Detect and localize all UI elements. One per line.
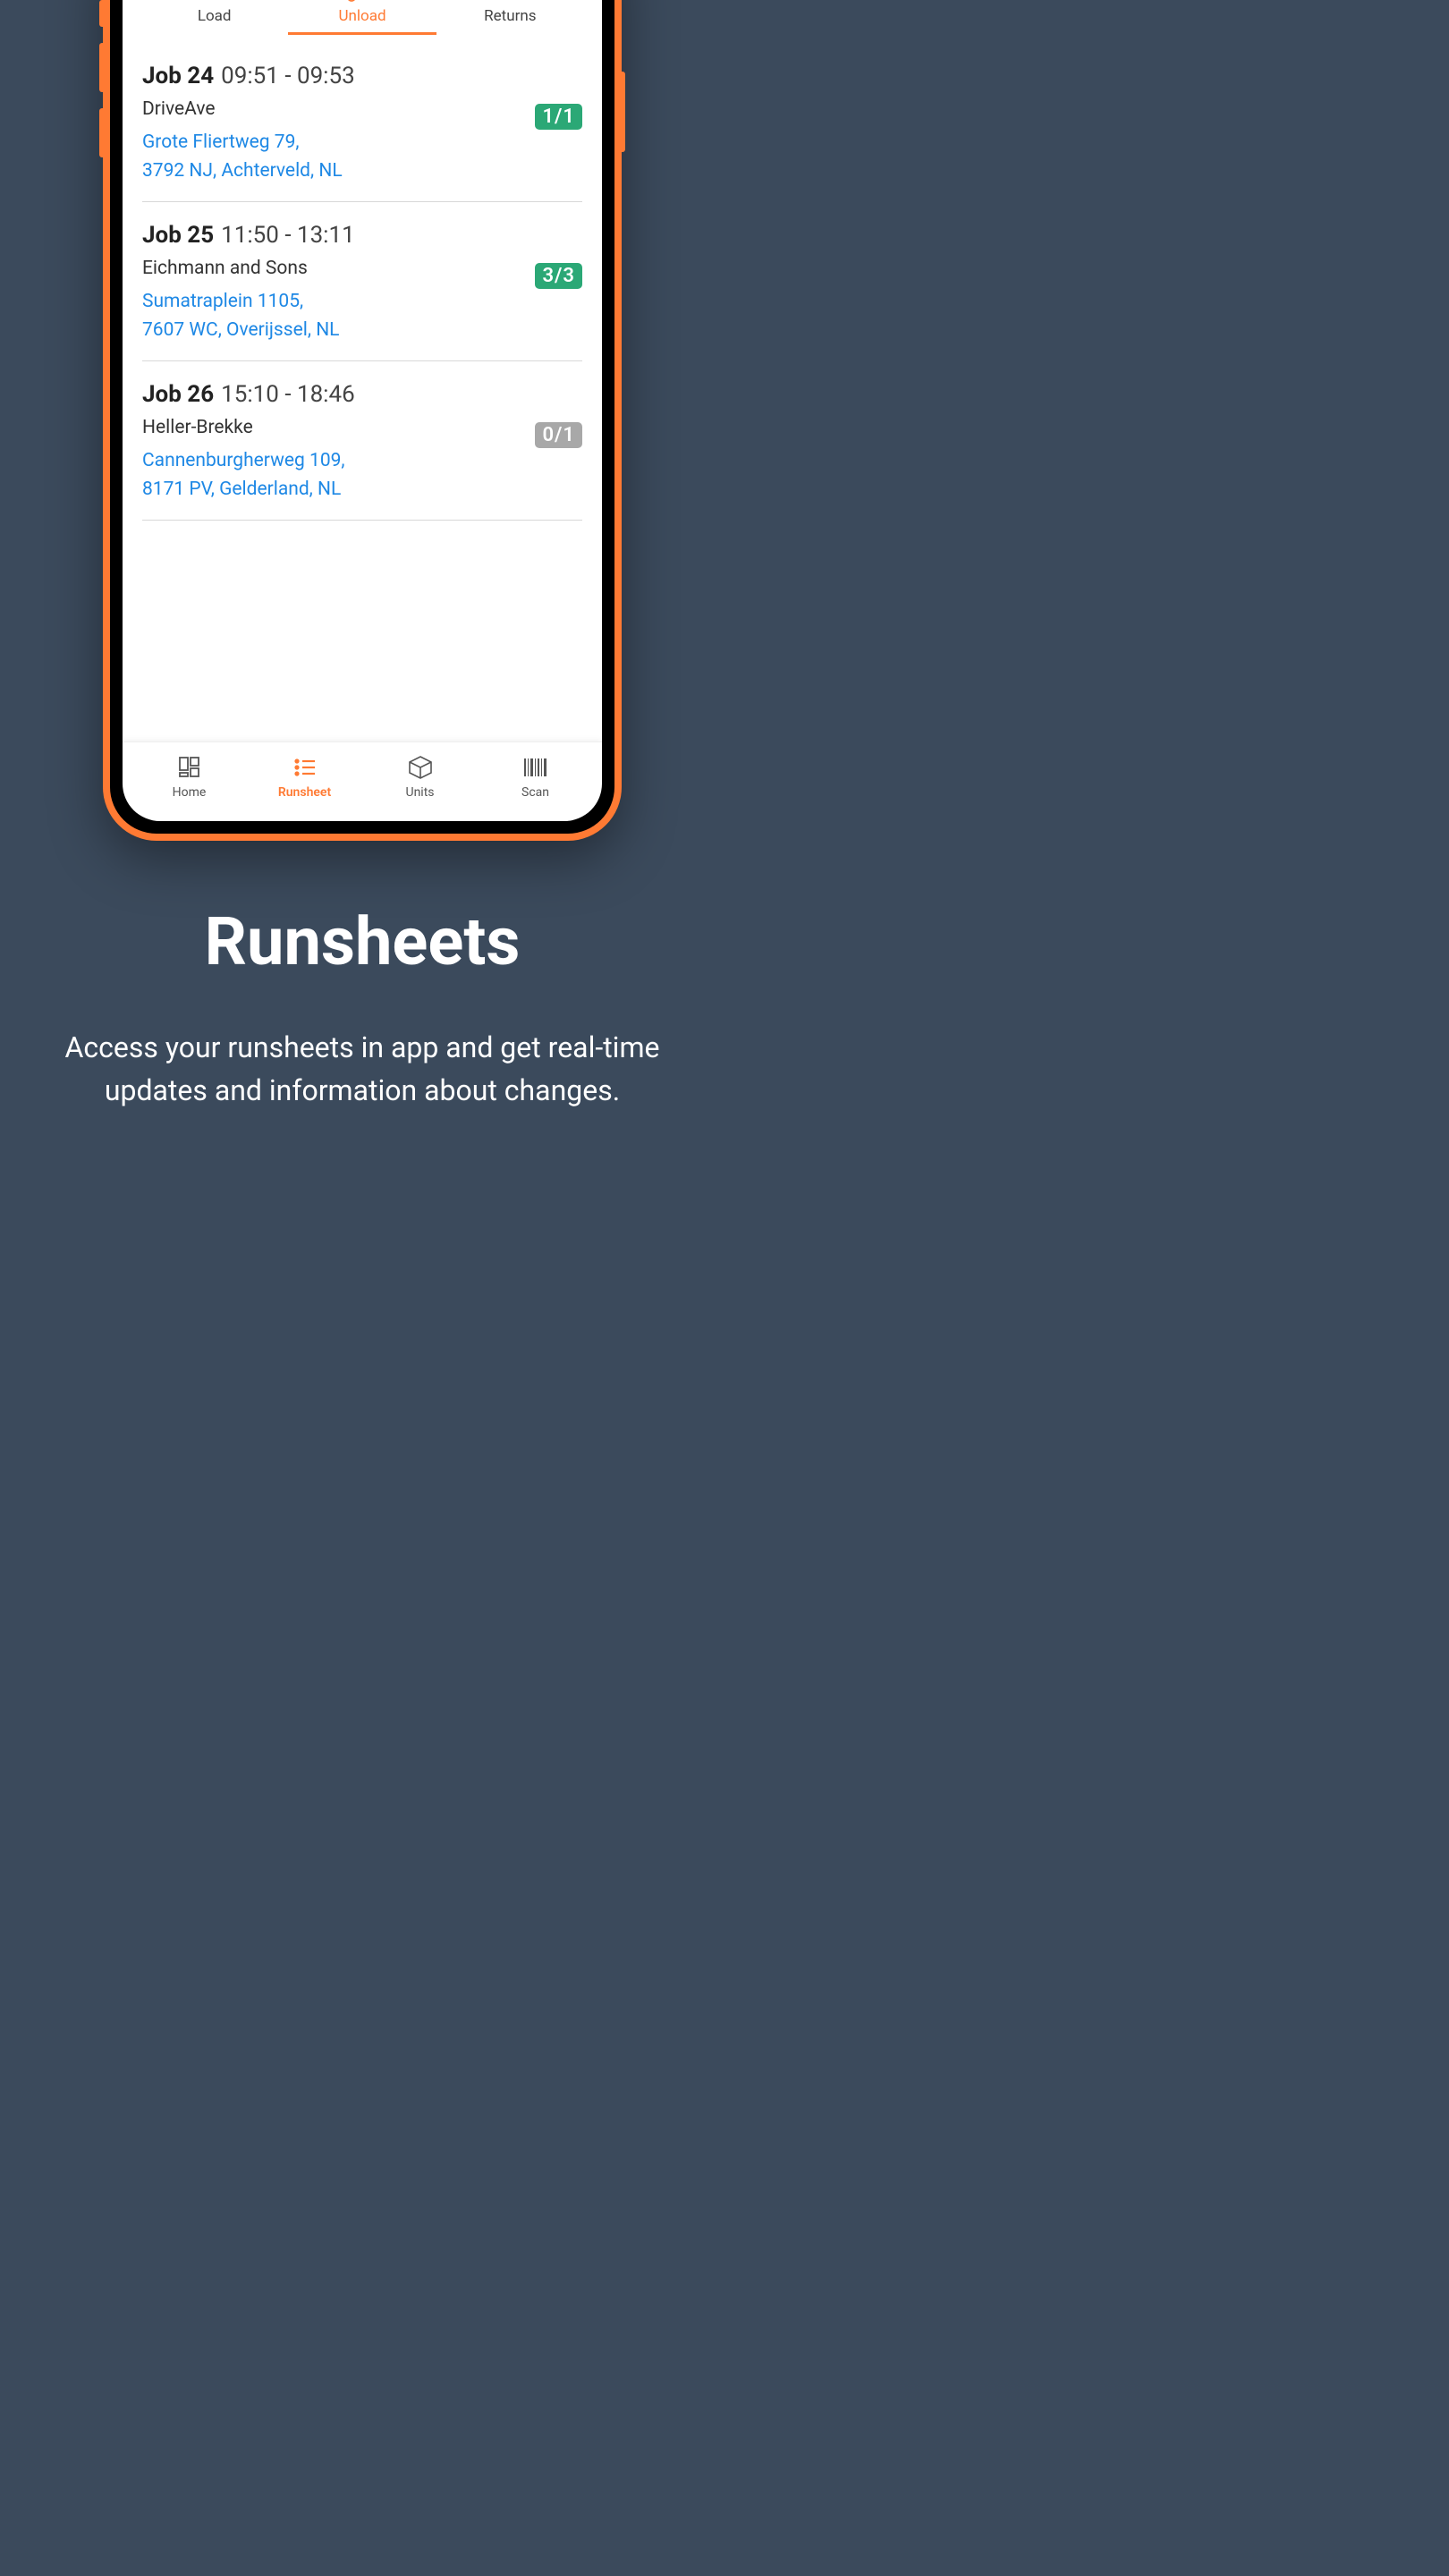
status-badge: 0/1: [535, 422, 582, 448]
promo-title: Runsheets: [36, 903, 689, 981]
status-badge: 3/3: [535, 263, 582, 289]
nav-units[interactable]: Units: [362, 753, 478, 800]
phone-frame: Load Unload Returns: [103, 0, 622, 841]
grid-icon: [131, 753, 247, 782]
tab-label: Returns: [436, 7, 584, 25]
promo-description: Access your runsheets in app and get rea…: [36, 1026, 689, 1112]
job-address[interactable]: Sumatraplein 1105, 7607 WC, Overijssel, …: [142, 288, 582, 344]
tab-label: Load: [140, 7, 288, 25]
job-address[interactable]: Grote Fliertweg 79, 3792 NJ, Achterveld,…: [142, 129, 582, 185]
side-button-right: [620, 72, 625, 152]
job-time: 09:51 - 09:53: [221, 63, 355, 89]
nav-home[interactable]: Home: [131, 753, 247, 800]
nav-scan[interactable]: Scan: [478, 753, 593, 800]
nav-label: Home: [131, 785, 247, 800]
job-number: Job 26: [142, 381, 214, 408]
app-screen: Load Unload Returns: [123, 0, 602, 821]
job-list[interactable]: Job 24 09:51 - 09:53 DriveAve Grote Flie…: [123, 43, 602, 741]
job-company: DriveAve: [142, 98, 582, 120]
dolly-icon: [288, 0, 436, 4]
tab-returns[interactable]: Returns: [436, 0, 584, 42]
job-number: Job 24: [142, 63, 214, 89]
tab-unload[interactable]: Unload: [288, 0, 436, 42]
nav-runsheet[interactable]: Runsheet: [247, 753, 362, 800]
nav-label: Runsheet: [247, 785, 362, 800]
tab-load[interactable]: Load: [140, 0, 288, 42]
promo-section: Runsheets Access your runsheets in app a…: [0, 903, 724, 1112]
job-address[interactable]: Cannenburgherweg 109, 8171 PV, Gelderlan…: [142, 447, 582, 504]
truck-load-icon: [140, 0, 288, 4]
job-time: 11:50 - 13:11: [221, 222, 355, 249]
status-badge: 1/1: [535, 104, 582, 130]
package-icon: [362, 753, 478, 782]
nav-label: Units: [362, 785, 478, 800]
job-item[interactable]: Job 24 09:51 - 09:53 DriveAve Grote Flie…: [142, 43, 582, 202]
top-tabs: Load Unload Returns: [123, 0, 602, 43]
job-item[interactable]: Job 26 15:10 - 18:46 Heller-Brekke Canne…: [142, 361, 582, 521]
side-buttons-left: [99, 0, 105, 174]
nav-label: Scan: [478, 785, 593, 800]
job-time: 15:10 - 18:46: [221, 381, 355, 408]
job-company: Eichmann and Sons: [142, 258, 582, 279]
job-company: Heller-Brekke: [142, 417, 582, 438]
job-item[interactable]: Job 25 11:50 - 13:11 Eichmann and Sons S…: [142, 202, 582, 361]
barcode-icon: [478, 753, 593, 782]
job-number: Job 25: [142, 222, 214, 249]
list-icon: [247, 753, 362, 782]
tab-label: Unload: [288, 7, 436, 25]
bottom-nav: Home Runsheet Units: [123, 741, 602, 821]
truck-return-icon: [436, 0, 584, 4]
